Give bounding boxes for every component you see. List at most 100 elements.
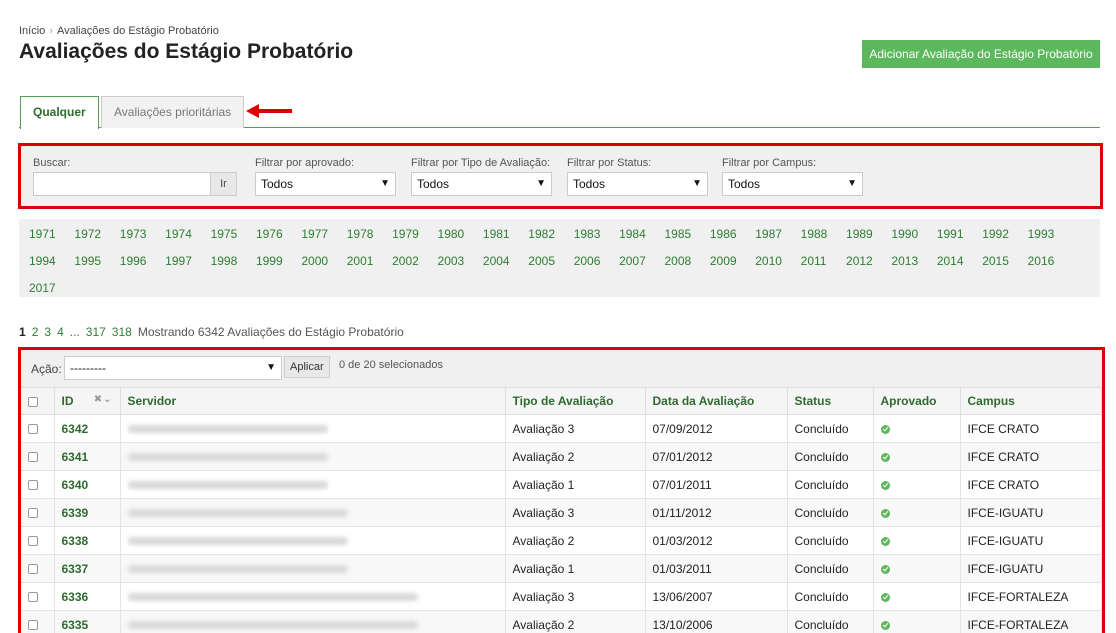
year-link[interactable]: 2016 xyxy=(1028,253,1073,279)
year-link[interactable]: 1976 xyxy=(256,226,301,252)
year-link[interactable]: 1973 xyxy=(120,226,165,252)
year-link[interactable]: 1994 xyxy=(29,253,74,279)
year-link[interactable]: 1995 xyxy=(74,253,119,279)
year-link[interactable]: 2015 xyxy=(982,253,1027,279)
tab-avaliacoes-prioritarias[interactable]: Avaliações prioritárias xyxy=(101,96,245,128)
pagination-page-link[interactable]: 4 xyxy=(57,325,64,339)
tab-qualquer[interactable]: Qualquer xyxy=(20,96,99,129)
type-filter-value: Todos xyxy=(417,177,450,191)
year-link[interactable]: 1996 xyxy=(120,253,165,279)
approved-filter-select[interactable]: Todos ▼ xyxy=(255,172,396,196)
pagination-page-link[interactable]: 317 xyxy=(86,325,106,339)
row-servidor xyxy=(120,526,506,555)
year-link[interactable]: 2008 xyxy=(664,253,709,279)
pagination-page-link[interactable]: 3 xyxy=(44,325,51,339)
status-filter-select[interactable]: Todos ▼ xyxy=(567,172,708,196)
year-link[interactable]: 2006 xyxy=(574,253,619,279)
add-evaluation-button[interactable]: Adicionar Avaliação do Estágio Probatóri… xyxy=(862,40,1100,68)
year-link[interactable]: 1971 xyxy=(29,226,74,252)
column-header-aprovado[interactable]: Aprovado xyxy=(873,387,961,415)
row-id-link[interactable]: 6336 xyxy=(54,582,121,611)
select-all-checkbox[interactable] xyxy=(28,396,38,407)
result-count-summary: Mostrando 6342 Avaliações do Estágio Pro… xyxy=(137,325,404,339)
pagination-ellipsis: ... xyxy=(69,325,80,339)
row-checkbox[interactable] xyxy=(28,592,38,603)
year-link[interactable]: 1990 xyxy=(891,226,936,252)
year-link[interactable]: 1997 xyxy=(165,253,210,279)
row-id-link[interactable]: 6340 xyxy=(54,470,121,499)
year-link[interactable]: 2005 xyxy=(528,253,573,279)
year-link[interactable]: 2002 xyxy=(392,253,437,279)
year-link[interactable]: 2007 xyxy=(619,253,664,279)
row-checkbox[interactable] xyxy=(28,508,38,519)
search-button[interactable]: Ir xyxy=(210,172,237,196)
row-checkbox[interactable] xyxy=(28,564,38,575)
row-tipo: Avaliação 2 xyxy=(505,610,646,633)
column-header-campus[interactable]: Campus xyxy=(960,387,1102,415)
year-link[interactable]: 1982 xyxy=(528,226,573,252)
year-link[interactable]: 1992 xyxy=(982,226,1027,252)
table-row: 6341 Avaliação 2 07/01/2012 Concluído IFCE C… xyxy=(21,442,1102,471)
row-id-link[interactable]: 6339 xyxy=(54,498,121,527)
breadcrumb-home-link[interactable]: Início xyxy=(19,25,45,37)
year-link[interactable]: 1987 xyxy=(755,226,800,252)
year-link[interactable]: 2003 xyxy=(438,253,483,279)
year-link[interactable]: 1984 xyxy=(619,226,664,252)
row-campus: IFCE CRATO xyxy=(960,442,1102,471)
campus-filter-select[interactable]: Todos ▼ xyxy=(722,172,863,196)
column-header-id[interactable]: ID ✖︎⌄ xyxy=(54,387,121,415)
year-link[interactable]: 1974 xyxy=(165,226,210,252)
year-link[interactable]: 2017 xyxy=(29,280,74,306)
year-link[interactable]: 2000 xyxy=(301,253,346,279)
column-header-status[interactable]: Status xyxy=(787,387,874,415)
row-checkbox[interactable] xyxy=(28,424,38,435)
type-filter-select[interactable]: Todos ▼ xyxy=(411,172,552,196)
year-link[interactable]: 1989 xyxy=(846,226,891,252)
sort-toggle-icon[interactable]: ✖︎⌄ xyxy=(94,394,113,405)
year-link[interactable]: 2010 xyxy=(755,253,800,279)
row-id-link[interactable]: 6338 xyxy=(54,526,121,555)
row-checkbox[interactable] xyxy=(28,480,38,491)
row-id-link[interactable]: 6342 xyxy=(54,414,121,443)
year-link[interactable]: 1979 xyxy=(392,226,437,252)
caret-down-icon: ▼ xyxy=(266,362,276,373)
year-link[interactable]: 1988 xyxy=(801,226,846,252)
breadcrumb: Início › Avaliações do Estágio Probatório xyxy=(19,25,219,37)
apply-action-button[interactable]: Aplicar xyxy=(284,356,330,378)
year-link[interactable]: 2004 xyxy=(483,253,528,279)
pagination-page-link[interactable]: 318 xyxy=(112,325,132,339)
pagination-page-link[interactable]: 2 xyxy=(32,325,39,339)
year-link[interactable]: 2001 xyxy=(347,253,392,279)
year-link[interactable]: 1985 xyxy=(664,226,709,252)
year-link[interactable]: 1999 xyxy=(256,253,301,279)
search-input[interactable] xyxy=(33,172,214,196)
year-link[interactable]: 1975 xyxy=(211,226,256,252)
row-id-link[interactable]: 6341 xyxy=(54,442,121,471)
row-checkbox[interactable] xyxy=(28,452,38,463)
year-link[interactable]: 2012 xyxy=(846,253,891,279)
action-select[interactable]: --------- ▼ xyxy=(64,356,282,380)
row-id-link[interactable]: 6337 xyxy=(54,554,121,583)
row-id-link[interactable]: 6335 xyxy=(54,610,121,633)
year-link[interactable]: 1981 xyxy=(483,226,528,252)
year-link[interactable]: 1986 xyxy=(710,226,755,252)
year-link[interactable]: 1972 xyxy=(74,226,119,252)
year-link[interactable]: 2009 xyxy=(710,253,755,279)
row-checkbox[interactable] xyxy=(28,536,38,547)
year-link[interactable]: 1978 xyxy=(347,226,392,252)
year-link[interactable]: 1991 xyxy=(937,226,982,252)
year-link[interactable]: 1993 xyxy=(1028,226,1073,252)
year-link[interactable]: 2013 xyxy=(891,253,936,279)
year-link[interactable]: 2011 xyxy=(801,253,846,279)
year-link[interactable]: 1983 xyxy=(574,226,619,252)
column-header-servidor[interactable]: Servidor xyxy=(120,387,506,415)
row-checkbox[interactable] xyxy=(28,620,38,631)
year-link[interactable]: 2014 xyxy=(937,253,982,279)
redacted-name xyxy=(127,481,328,490)
column-header-tipo[interactable]: Tipo de Avaliação xyxy=(505,387,646,415)
year-link[interactable]: 1980 xyxy=(438,226,483,252)
year-link[interactable]: 1998 xyxy=(211,253,256,279)
row-servidor xyxy=(120,610,506,633)
year-link[interactable]: 1977 xyxy=(301,226,346,252)
column-header-data[interactable]: Data da Avaliação xyxy=(645,387,788,415)
